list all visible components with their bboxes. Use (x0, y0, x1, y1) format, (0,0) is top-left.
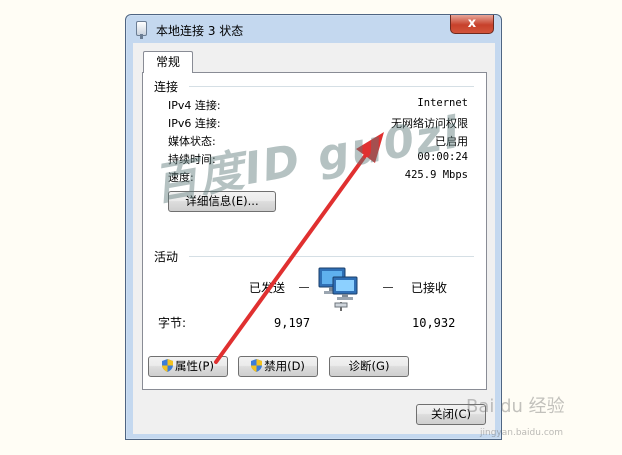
media-state-value: 已启用 (435, 135, 468, 148)
sent-dash (299, 287, 309, 288)
activity-group-label: 活动 (154, 248, 183, 265)
duration-label: 持续时间: (168, 153, 216, 166)
ipv6-label: IPv6 连接: (168, 117, 221, 130)
activity-group-divider (189, 256, 474, 257)
received-dash (383, 287, 393, 288)
bytes-label: 字节: (158, 316, 187, 330)
network-adapter-icon (136, 21, 147, 39)
ipv6-row: IPv6 连接: 无网络访问权限 (168, 115, 468, 131)
general-tab-panel: 连接 IPv4 连接: Internet IPv6 连接: 无网络访问权限 媒体… (142, 72, 487, 390)
title-bar[interactable]: 本地连接 3 状态 x (126, 15, 501, 43)
ipv4-value: Internet (417, 97, 468, 109)
uac-shield-icon (162, 359, 174, 372)
tab-general[interactable]: 常规 (143, 51, 193, 73)
duration-row: 持续时间: 00:00:24 (168, 151, 468, 167)
status-dialog: 本地连接 3 状态 x 常规 连接 IPv4 连接: Internet IPv6… (125, 14, 502, 440)
sent-label: 已发送 (249, 281, 286, 295)
close-window-button[interactable]: x (450, 15, 494, 34)
connection-group-label: 连接 (154, 78, 183, 95)
properties-button[interactable]: 属性(P) (148, 356, 228, 377)
received-label: 已接收 (411, 281, 448, 295)
disable-button[interactable]: 禁用(D) (238, 356, 318, 377)
speed-row: 速度: 425.9 Mbps (168, 169, 468, 185)
bytes-sent-value: 9,197 (274, 316, 311, 330)
ipv6-value: 无网络访问权限 (391, 117, 468, 130)
ipv4-label: IPv4 连接: (168, 99, 221, 112)
close-button[interactable]: 关闭(C) (416, 404, 486, 425)
media-state-label: 媒体状态: (168, 135, 216, 148)
diagnose-button[interactable]: 诊断(G) (329, 356, 409, 377)
window-title: 本地连接 3 状态 (156, 24, 244, 38)
network-computers-icon (318, 267, 358, 311)
speed-label: 速度: (168, 171, 194, 184)
bytes-received-value: 10,932 (412, 316, 456, 330)
dialog-client-area: 常规 连接 IPv4 连接: Internet IPv6 连接: 无网络访问权限… (133, 43, 495, 434)
media-state-row: 媒体状态: 已启用 (168, 133, 468, 149)
properties-label: 属性(P) (175, 359, 214, 373)
duration-value: 00:00:24 (417, 151, 468, 163)
ipv4-row: IPv4 连接: Internet (168, 97, 468, 113)
details-button[interactable]: 详细信息(E)... (168, 191, 276, 212)
disable-label: 禁用(D) (264, 359, 305, 373)
uac-shield-icon (251, 359, 263, 372)
connection-group-divider (189, 86, 474, 87)
speed-value: 425.9 Mbps (404, 169, 468, 181)
